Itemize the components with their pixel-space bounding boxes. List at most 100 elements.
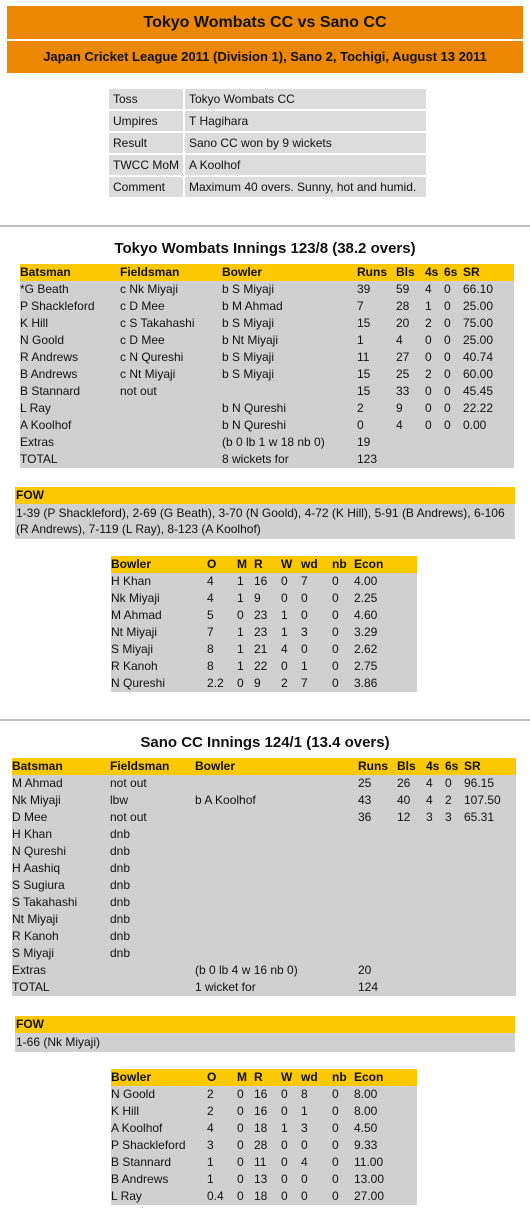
maidens-cell: 1 bbox=[237, 591, 244, 605]
match-subtitle: Japan Cricket League 2011 (Division 1), … bbox=[7, 41, 523, 73]
sixes-cell bbox=[445, 962, 464, 979]
bowling-row: K Hill 2 0 16 0 1 0 8.00 bbox=[111, 1103, 417, 1120]
maidens-cell: 0 bbox=[237, 1138, 244, 1152]
batsman-cell: N Goold bbox=[20, 333, 65, 347]
economy-cell: 3.29 bbox=[354, 625, 378, 639]
sixes-cell bbox=[445, 877, 464, 894]
strike-rate-cell: 66.10 bbox=[463, 282, 494, 296]
info-label: Result bbox=[109, 133, 183, 153]
fours-cell bbox=[426, 894, 445, 911]
runs-cell: 16 bbox=[254, 1104, 268, 1118]
fours-cell: 0 bbox=[425, 350, 432, 364]
fow-text: 1-66 (Nk Miyaji) bbox=[16, 1035, 101, 1049]
bowling-row: B Stannard 1 0 11 0 4 0 11.00 bbox=[111, 1154, 417, 1171]
runs-cell: 28 bbox=[254, 1138, 268, 1152]
wides-cell: 3 bbox=[301, 1121, 308, 1135]
runs-cell: 25 bbox=[358, 776, 372, 790]
info-row: TWCC MoM A Koolhof bbox=[109, 155, 426, 175]
sixes-cell: 3 bbox=[445, 810, 452, 824]
header-sixes: 6s bbox=[444, 265, 458, 279]
strike-rate-cell: 25.00 bbox=[463, 299, 494, 313]
wickets-cell: 0 bbox=[281, 659, 288, 673]
info-label: Comment bbox=[109, 177, 183, 197]
fours-cell bbox=[426, 928, 445, 945]
noballs-cell: 0 bbox=[332, 676, 339, 690]
wickets-cell: 0 bbox=[281, 1104, 288, 1118]
overs-cell: 4 bbox=[207, 574, 214, 588]
wickets-cell: 0 bbox=[281, 1138, 288, 1152]
sixes-cell: 0 bbox=[444, 350, 451, 364]
fieldsman-cell: dnb bbox=[110, 895, 131, 909]
economy-cell: 4.00 bbox=[354, 574, 378, 588]
maidens-cell: 0 bbox=[237, 676, 244, 690]
header-sixes: 6s bbox=[445, 759, 459, 773]
economy-cell: 8.00 bbox=[354, 1087, 378, 1101]
bowler-cell: b N Qureshi bbox=[222, 418, 287, 432]
strike-rate-cell: 107.50 bbox=[464, 793, 501, 807]
wides-cell: 7 bbox=[301, 676, 308, 690]
info-row: Umpires T Hagihara bbox=[109, 111, 426, 131]
balls-cell: 26 bbox=[397, 776, 411, 790]
fieldsman-cell: dnb bbox=[110, 878, 131, 892]
runs-cell bbox=[358, 928, 397, 945]
wides-cell: 0 bbox=[301, 608, 308, 622]
fours-cell: 0 bbox=[425, 333, 432, 347]
maidens-cell: 1 bbox=[237, 625, 244, 639]
bowler-cell: Nk Miyaji bbox=[111, 591, 160, 605]
bowler-cell: 1 wicket for bbox=[195, 980, 256, 994]
bowler-cell: (b 0 lb 4 w 16 nb 0) bbox=[195, 963, 298, 977]
noballs-cell: 0 bbox=[332, 608, 339, 622]
bowling-row: Nk Miyaji 4 1 9 0 0 0 2.25 bbox=[111, 590, 417, 607]
bowler-cell: R Kanoh bbox=[111, 659, 158, 673]
balls-cell bbox=[397, 877, 426, 894]
strike-rate-cell bbox=[464, 979, 516, 996]
noballs-cell: 0 bbox=[332, 1155, 339, 1169]
header-wickets: W bbox=[281, 1069, 301, 1086]
fours-cell bbox=[425, 434, 444, 451]
overs-cell: 4 bbox=[207, 591, 214, 605]
wides-cell: 4 bbox=[301, 1155, 308, 1169]
info-value: Maximum 40 overs. Sunny, hot and humid. bbox=[185, 177, 426, 197]
strike-rate-cell bbox=[464, 945, 516, 962]
strike-rate-cell: 96.15 bbox=[464, 776, 495, 790]
runs-cell: 0 bbox=[357, 418, 364, 432]
bowling-row: H Khan 4 1 16 0 7 0 4.00 bbox=[111, 573, 417, 590]
fieldsman-cell: not out bbox=[110, 810, 147, 824]
innings1-title: Tokyo Wombats Innings 123/8 (38.2 overs) bbox=[114, 240, 416, 257]
strike-rate-cell bbox=[464, 843, 516, 860]
fours-cell bbox=[426, 860, 445, 877]
overs-cell: 3 bbox=[207, 1138, 214, 1152]
header-economy: Econ bbox=[354, 1069, 417, 1086]
noballs-cell: 0 bbox=[332, 642, 339, 656]
match-title: Tokyo Wombats CC vs Sano CC bbox=[7, 6, 523, 39]
bowling-row: M Ahmad 5 0 23 1 0 0 4.60 bbox=[111, 607, 417, 624]
balls-cell: 4 bbox=[396, 333, 403, 347]
header-strike-rate: SR bbox=[463, 265, 480, 279]
batsman-cell: S Miyaji bbox=[12, 946, 55, 960]
runs-cell bbox=[358, 894, 397, 911]
overs-cell: 4 bbox=[207, 1121, 214, 1135]
header-strike-rate: SR bbox=[464, 759, 481, 773]
fours-cell: 0 bbox=[425, 401, 432, 415]
bowler-cell: b N Qureshi bbox=[222, 401, 287, 415]
sixes-cell: 2 bbox=[445, 793, 452, 807]
strike-rate-cell: 60.00 bbox=[463, 367, 494, 381]
runs-cell bbox=[358, 843, 397, 860]
runs-cell: 18 bbox=[254, 1189, 268, 1203]
fours-cell bbox=[426, 945, 445, 962]
batsman-cell: Extras bbox=[20, 435, 55, 449]
strike-rate-cell bbox=[464, 877, 516, 894]
noballs-cell: 0 bbox=[332, 659, 339, 673]
sixes-cell bbox=[444, 451, 463, 468]
runs-cell: 1 bbox=[357, 333, 364, 347]
maidens-cell: 0 bbox=[237, 1087, 244, 1101]
wides-cell: 0 bbox=[301, 1189, 308, 1203]
bowler-cell: B Andrews bbox=[111, 1172, 169, 1186]
runs-cell bbox=[358, 911, 397, 928]
info-label: Toss bbox=[109, 89, 183, 109]
strike-rate-cell bbox=[464, 826, 516, 843]
overs-cell: 7 bbox=[207, 625, 214, 639]
wides-cell: 0 bbox=[301, 1172, 308, 1186]
batsman-cell: *G Beath bbox=[20, 282, 69, 296]
header-overs: O bbox=[207, 556, 237, 573]
